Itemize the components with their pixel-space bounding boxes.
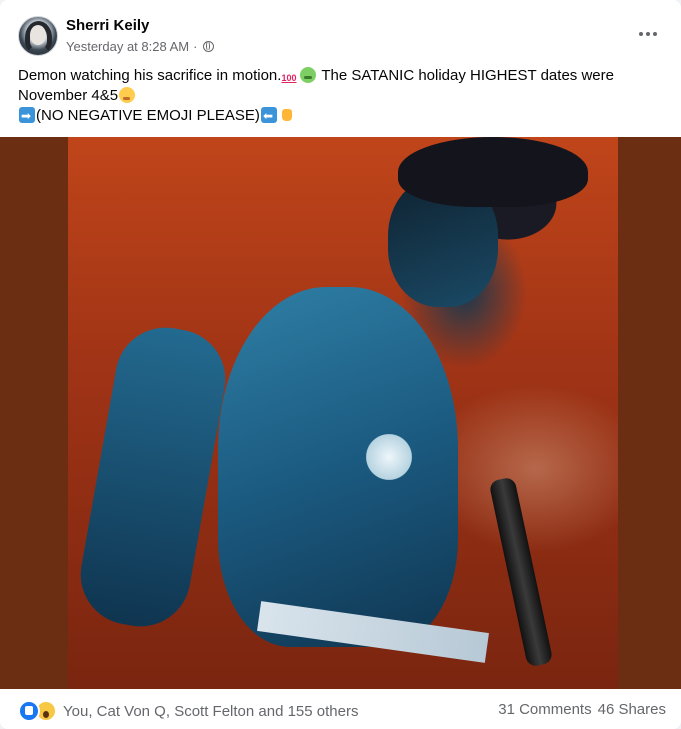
photo-pendant [364,429,414,485]
thumbs-up-icon [279,107,295,123]
photo-microphone [488,476,554,668]
photo-arm [72,319,234,635]
post-text-segment: (NO NEGATIVE EMOJI PLEASE) [36,107,260,124]
post-text-line-2: November 4&5 [18,86,658,106]
right-arrow-icon [19,106,35,126]
avatar-face [30,25,46,45]
left-arrow-icon [260,106,277,126]
like-icon [18,700,40,722]
reaction-names[interactable]: You, Cat Von Q, Scott Felton and 155 oth… [63,703,358,720]
post-text-segment: November 4&5 [18,87,119,104]
post-text-line-3: (NO NEGATIVE EMOJI PLEASE) [18,106,658,126]
photo-cap [398,137,588,207]
post-text-line-1: Demon watching his sacrifice in motion. … [18,66,658,88]
hundred-points-icon [281,67,298,88]
avatar[interactable] [18,16,58,56]
post-text-segment: Demon watching his sacrifice in motion. [18,67,282,84]
author-name[interactable]: Sherri Keily [66,17,149,34]
post-footer: You, Cat Von Q, Scott Felton and 155 oth… [0,689,681,729]
post-meta: Yesterday at 8:28 AM · [66,39,215,54]
post-text-segment: The SATANIC holiday HIGHEST dates were [317,67,614,84]
post-photo[interactable] [68,137,618,689]
shares-count[interactable]: 46 Shares [598,701,666,718]
meta-separator: · [193,39,198,54]
more-options-icon[interactable] [634,24,662,44]
post-header: Sherri Keily Yesterday at 8:28 AM · [0,0,681,62]
comments-count[interactable]: 31 Comments [498,701,591,718]
nauseated-face-icon [300,67,317,83]
post-timestamp[interactable]: Yesterday at 8:28 AM [66,39,189,54]
globe-icon[interactable] [203,41,215,52]
post-photo-frame[interactable] [0,137,681,689]
photo-torso [218,287,458,647]
engagement-counts: 31 Comments 46 Shares [498,701,666,718]
reactions-summary[interactable]: You, Cat Von Q, Scott Felton and 155 oth… [18,700,358,722]
drooling-face-icon [119,87,136,103]
post-card: Sherri Keily Yesterday at 8:28 AM · Demo… [0,0,681,729]
post-text: Demon watching his sacrifice in motion. … [18,66,658,126]
